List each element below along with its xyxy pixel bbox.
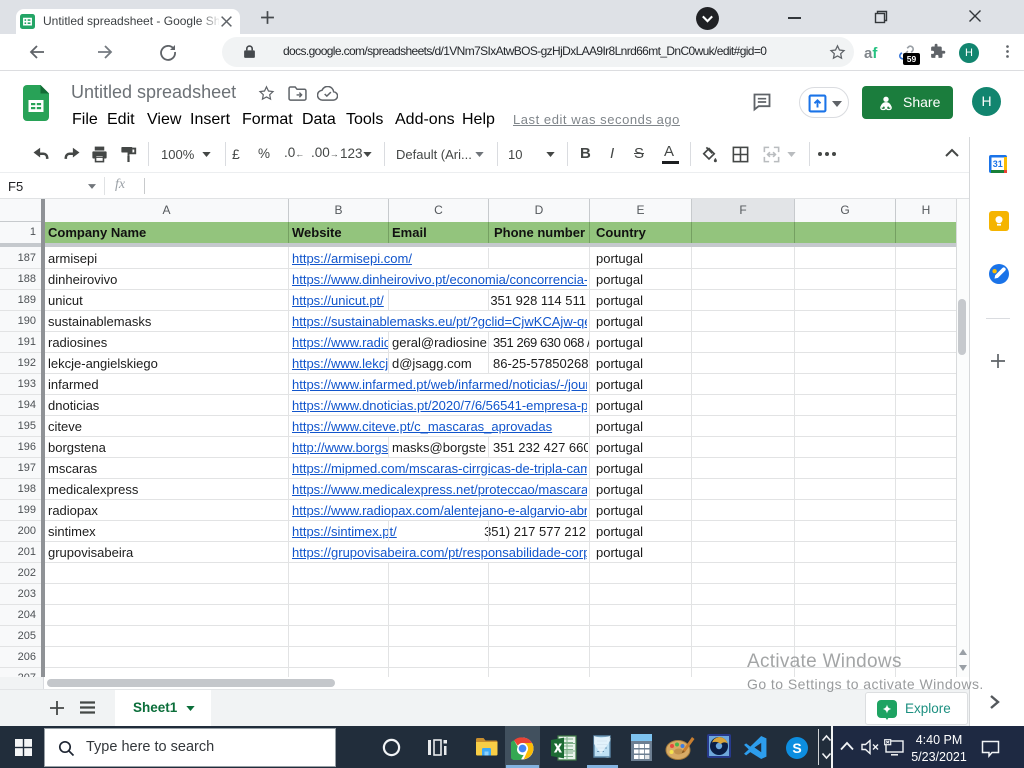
svg-text:31: 31 [993, 159, 1003, 169]
svg-text:S: S [792, 740, 801, 756]
